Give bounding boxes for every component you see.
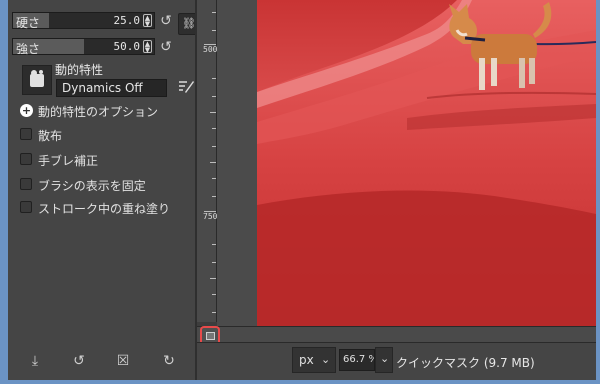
- window-frame-left: [0, 0, 8, 384]
- zoom-input[interactable]: 66.7 %: [339, 349, 375, 371]
- force-spinner[interactable]: ▲ ▼: [143, 40, 152, 54]
- force-value: 50.0: [113, 40, 141, 53]
- ruler-label-500: 500: [203, 45, 218, 54]
- vertical-ruler[interactable]: 500 750: [197, 0, 217, 322]
- window-frame-right: [596, 0, 600, 384]
- chevron-down-icon: ⌄: [321, 353, 331, 366]
- force-label: 強さ: [16, 42, 41, 56]
- dynamics-title: 動的特性: [55, 63, 104, 77]
- status-bar: px ⌄ 66.7 % ⌄ クイックマスク (9.7 MB): [197, 342, 596, 380]
- hardness-spinner[interactable]: ▲ ▼: [143, 14, 152, 28]
- zoom-chevron-icon: ⌄: [380, 352, 390, 365]
- quick-mask-icon: [206, 332, 215, 340]
- checkbox-scatter[interactable]: [20, 128, 32, 140]
- dynamics-select[interactable]: Dynamics Off: [56, 79, 167, 97]
- tool-options-panel: 硬さ 25.0 ▲ ▼ ↺ ⛓ 強さ 50.0 ▲ ▼ ↺ 動的特性 Dynamic…: [8, 0, 200, 380]
- checkbox-incremental[interactable]: [20, 201, 32, 213]
- edit-dynamics-icon[interactable]: [177, 77, 195, 95]
- lock-brush-label: ブラシの表示を固定: [38, 179, 146, 193]
- dynamics-options-expander[interactable]: 動的特性のオプション: [38, 103, 158, 120]
- hardness-label: 硬さ: [16, 16, 41, 30]
- save-options-icon[interactable]: ⤓: [26, 352, 44, 370]
- dynamics-preview-icon[interactable]: [22, 65, 52, 95]
- hardness-slider[interactable]: 硬さ 25.0 ▲ ▼: [12, 12, 155, 30]
- reset-force-icon[interactable]: ↺: [159, 40, 173, 54]
- checkbox-lock-brush[interactable]: [20, 178, 32, 190]
- delete-options-icon[interactable]: ☒: [114, 352, 132, 370]
- unit-select[interactable]: px ⌄: [292, 347, 336, 373]
- scatter-label: 散布: [38, 129, 63, 143]
- window-frame-bottom: [0, 380, 600, 384]
- expander-plus-icon[interactable]: +: [20, 104, 33, 117]
- horizontal-scrollbar[interactable]: [197, 326, 596, 342]
- incremental-label: ストローク中の重ね塗り: [38, 202, 171, 216]
- quick-mask-photo: [257, 0, 596, 326]
- checkbox-smooth-stroke[interactable]: [20, 153, 32, 165]
- restore-options-icon[interactable]: ↺: [70, 352, 88, 370]
- status-message: クイックマスク (9.7 MB): [396, 356, 535, 370]
- smooth-stroke-label: 手ブレ補正: [38, 154, 99, 168]
- force-slider[interactable]: 強さ 50.0 ▲ ▼: [12, 38, 155, 56]
- zoom-dropdown[interactable]: ⌄: [375, 347, 393, 373]
- reset-options-icon[interactable]: ↻: [160, 352, 178, 370]
- unit-value: px: [299, 353, 314, 367]
- hardness-value: 25.0: [113, 14, 141, 27]
- ruler-label-750: 750: [203, 212, 218, 221]
- image-canvas[interactable]: [257, 0, 596, 326]
- reset-hardness-icon[interactable]: ↺: [159, 14, 173, 28]
